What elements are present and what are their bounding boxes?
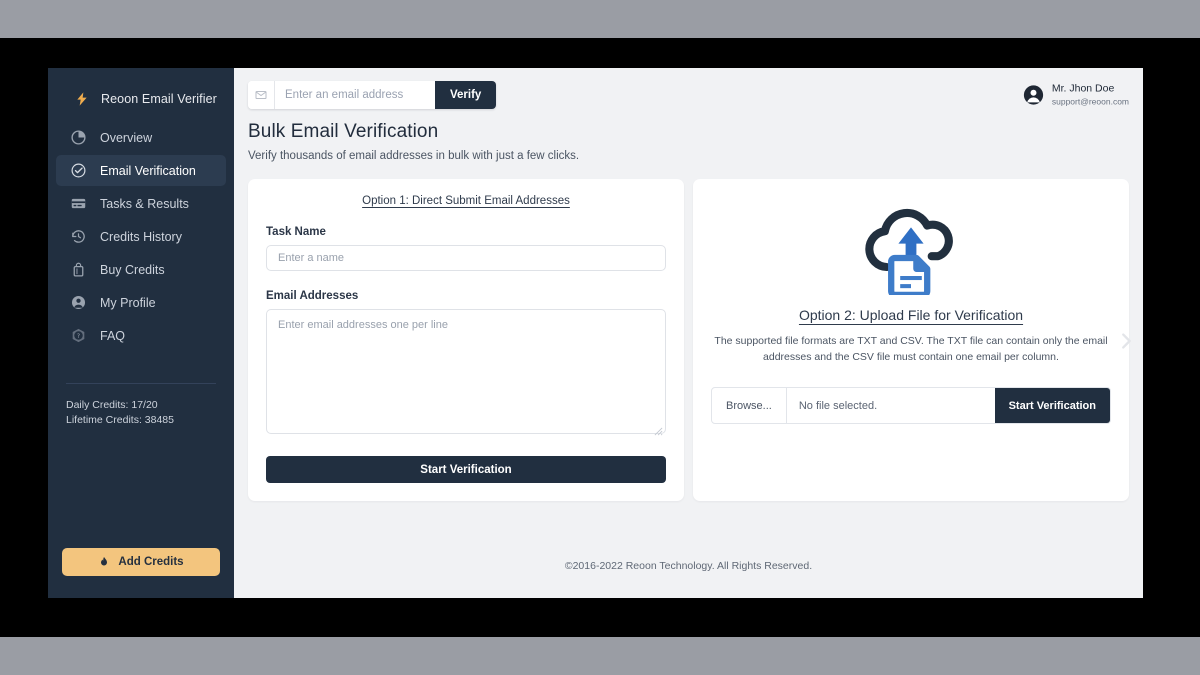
page-title: Bulk Email Verification [248,121,439,142]
sidebar-item-faq[interactable]: ? FAQ [56,320,226,351]
page-subtitle: Verify thousands of email addresses in b… [248,150,580,162]
user-circle-icon [71,295,86,310]
add-credits-button[interactable]: Add Credits [62,548,220,576]
sidebar-item-tasks-results[interactable]: Tasks & Results [56,188,226,219]
sidebar-nav: Overview Email Verification Tasks & Resu… [48,122,234,351]
sidebar-item-buy-credits[interactable]: Buy Credits [56,254,226,285]
screen-root: Reoon Email Verifier Overview Email Veri… [0,0,1200,675]
credit-card-icon [71,198,86,209]
bottom-letterbox-bar [0,637,1200,675]
question-badge-icon: ? [72,328,85,343]
email-addresses-textarea[interactable] [266,309,666,434]
sidebar-item-overview[interactable]: Overview [56,122,226,153]
add-credits-label: Add Credits [118,556,184,568]
task-name-label: Task Name [266,226,326,238]
user-account[interactable]: Mr. Jhon Doe support@reoon.com [1023,82,1129,107]
sidebar-item-label: Tasks & Results [100,196,189,211]
main-content: Verify Mr. Jhon Doe support@reoon.com Bu… [234,68,1143,598]
sidebar-item-credits-history[interactable]: Credits History [56,221,226,252]
browse-button[interactable]: Browse... [712,388,787,423]
sidebar-item-label: FAQ [100,328,126,343]
task-name-input[interactable] [266,245,666,271]
bolt-icon [77,92,87,106]
envelope-icon [248,80,275,109]
file-upload-row: Browse... No file selected. Start Verifi… [711,387,1111,424]
brand-label: Reoon Email Verifier [101,92,217,106]
option2-title: Option 2: Upload File for Verification [798,307,1024,323]
option2-start-verification-button[interactable]: Start Verification [994,388,1110,423]
sidebar-item-email-verification[interactable]: Email Verification [56,155,226,186]
add-credits-container: Add Credits [48,548,234,598]
app-window: Reoon Email Verifier Overview Email Veri… [48,68,1143,598]
sidebar-item-label: Email Verification [100,163,196,178]
email-addresses-wrap [266,309,666,439]
option2-description: The supported file formats are TXT and C… [714,335,1108,363]
verify-button[interactable]: Verify [435,80,497,109]
flame-icon [101,557,108,566]
options-row: Option 1: Direct Submit Email Addresses … [234,162,1143,501]
daily-credits: Daily Credits: 17/20 [66,399,158,411]
option1-title: Option 1: Direct Submit Email Addresses [362,195,570,207]
history-clock-icon [72,230,85,243]
file-status-text: No file selected. [798,399,878,412]
email-search-input[interactable] [275,80,435,109]
pie-chart-icon [71,130,86,145]
user-name: Mr. Jhon Doe [1051,82,1115,94]
lifetime-credits: Lifetime Credits: 38485 [66,414,174,426]
topbar: Verify Mr. Jhon Doe support@reoon.com [234,68,1143,121]
brand[interactable]: Reoon Email Verifier [56,82,226,116]
option1-start-verification-button[interactable]: Start Verification [266,456,666,483]
sidebar-item-label: Overview [100,130,153,145]
chevron-right-icon[interactable] [1115,330,1137,352]
sidebar-item-label: My Profile [100,295,156,310]
top-letterbox-bar [0,0,1200,38]
footer-text: ©2016-2022 Reoon Technology. All Rights … [564,560,813,572]
cloud-upload-file-icon [865,208,953,295]
svg-text:?: ? [77,333,80,340]
check-circle-icon [71,163,86,178]
option2-card: Option 2: Upload File for Verification T… [693,179,1129,501]
email-addresses-label: Email Addresses [266,290,359,302]
sidebar-item-label: Credits History [100,229,182,244]
divider [66,383,216,384]
user-avatar-icon [1023,84,1043,105]
shopping-bag-icon [73,262,84,277]
quick-verify-box: Verify [248,80,497,109]
user-text: Mr. Jhon Doe support@reoon.com [1052,82,1129,107]
sidebar-item-label: Buy Credits [100,262,165,277]
user-email: support@reoon.com [1051,96,1129,106]
sidebar: Reoon Email Verifier Overview Email Veri… [48,68,234,598]
credits-summary: Daily Credits: 17/20 Lifetime Credits: 3… [48,383,234,428]
sidebar-item-my-profile[interactable]: My Profile [56,287,226,318]
option1-card: Option 1: Direct Submit Email Addresses … [248,179,684,501]
page-header: Bulk Email Verification Verify thousands… [234,121,1143,162]
